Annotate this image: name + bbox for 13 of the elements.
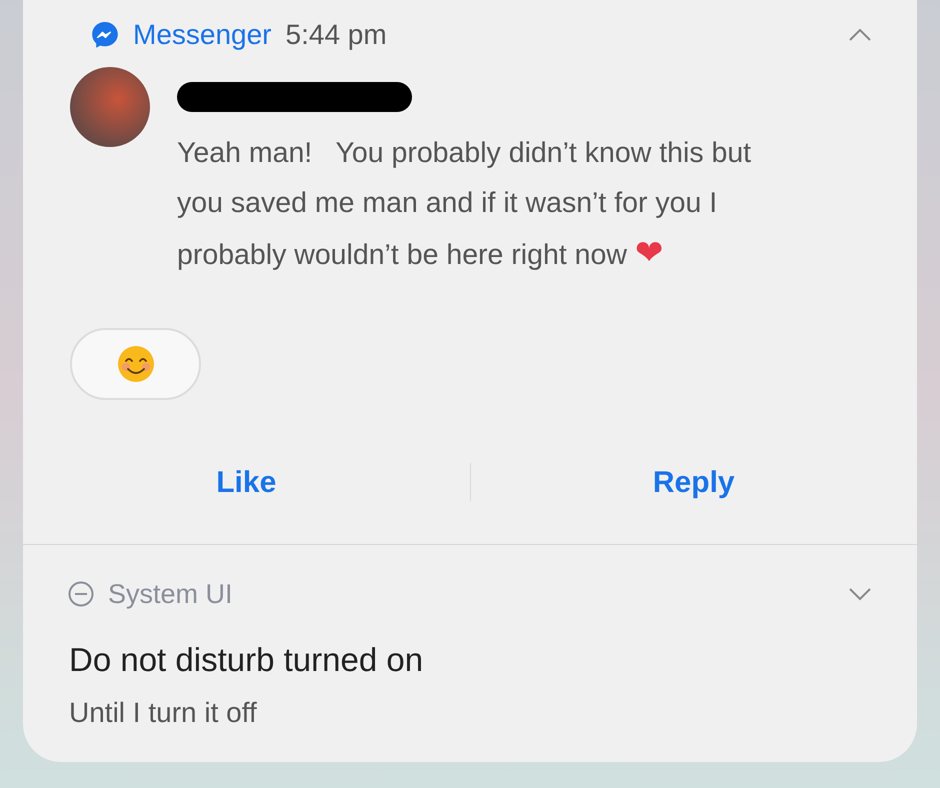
message-text: Yeah man! You probably didn’t know this but you saved me man and if it wasn’t for you I probably wouldn’t be here right now ❤ — [177, 136, 752, 275]
app-name: Messenger — [133, 18, 272, 52]
chevron-up-icon[interactable] — [848, 28, 872, 42]
notification-title: Do not disturb turned on — [68, 640, 424, 680]
notification-subtitle: Until I turn it off — [68, 696, 258, 730]
do-not-disturb-icon — [68, 581, 94, 608]
chevron-down-icon[interactable] — [848, 587, 872, 602]
like-button[interactable]: Like — [23, 460, 470, 504]
messenger-icon — [91, 21, 119, 49]
app-name: System UI — [108, 578, 233, 611]
smiley-icon — [116, 345, 154, 383]
notification-time: 5:44 pm — [286, 18, 387, 52]
reply-button[interactable]: Reply — [470, 460, 917, 504]
